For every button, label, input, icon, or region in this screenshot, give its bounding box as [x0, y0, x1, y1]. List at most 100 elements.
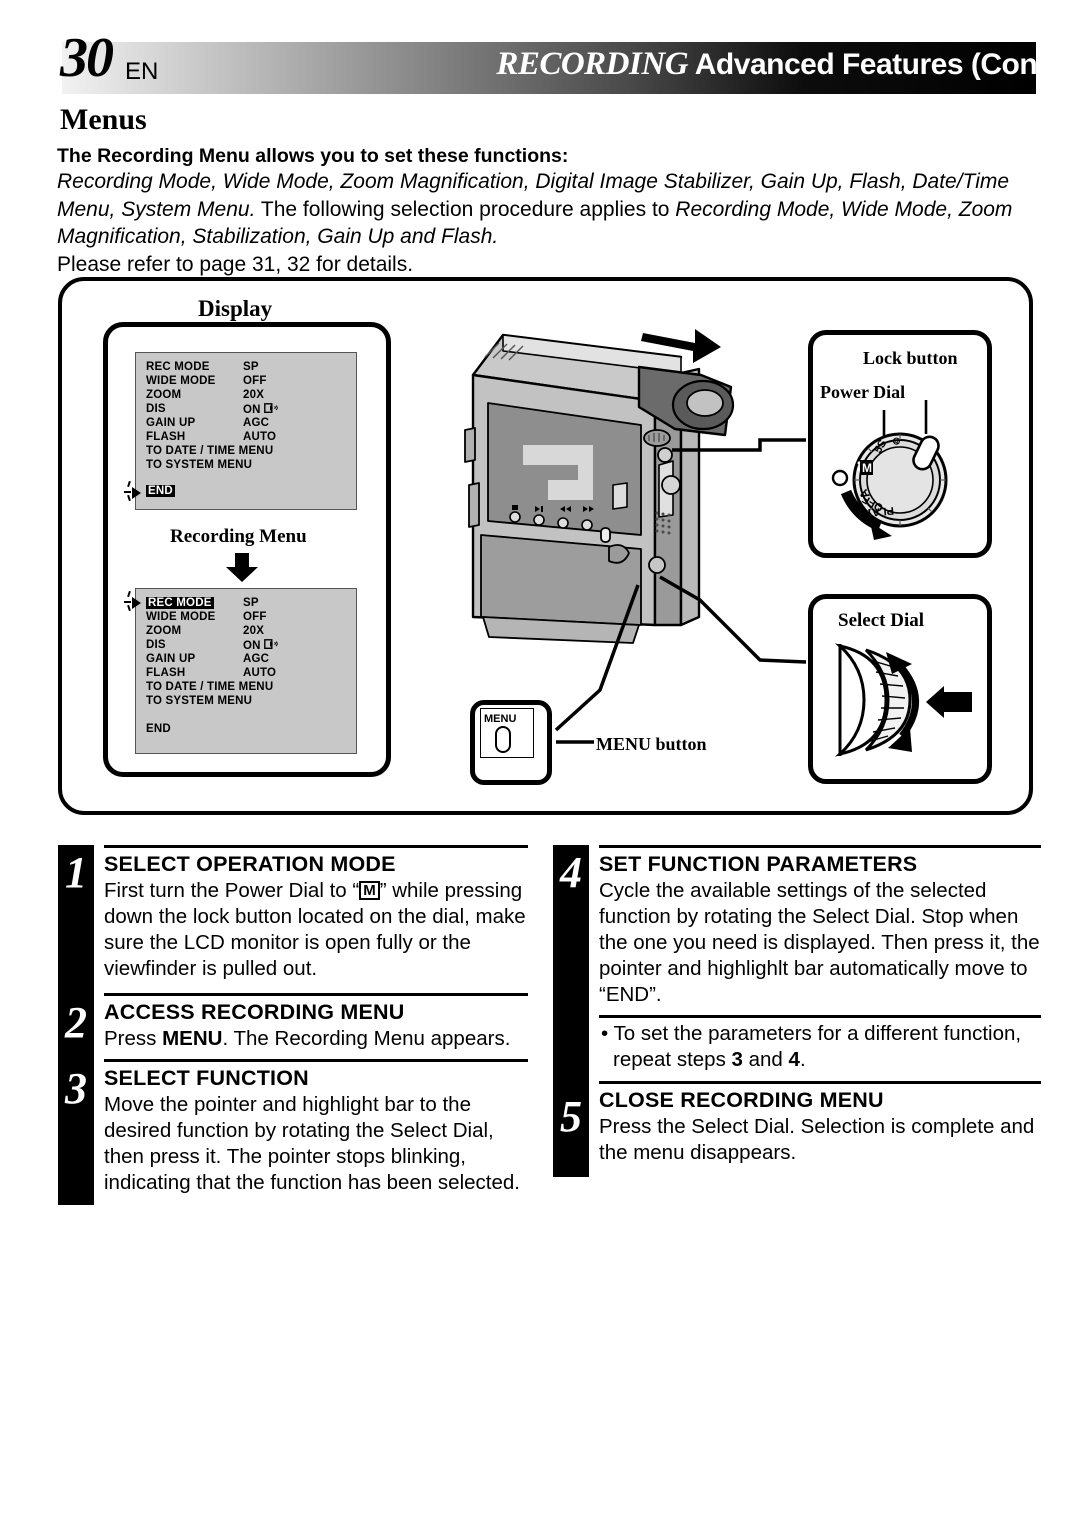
menu-button-cap-label: MENU: [484, 713, 517, 725]
page-language: EN: [125, 58, 159, 85]
step-1-body-a: First turn the Power Dial to “: [104, 879, 360, 902]
step-2-menu-keyword: MENU: [162, 1027, 223, 1050]
lcd1-value-2: 20X: [243, 389, 265, 401]
lcd1-value-5: AUTO: [243, 431, 277, 443]
lcd2-value-3-wrap: ON: [243, 639, 278, 653]
step-1: 1 SELECT OPERATION MODE First turn the P…: [58, 845, 528, 993]
intro-line2a: Menu, System Menu.: [57, 197, 256, 221]
svg-text:M: M: [862, 461, 872, 475]
lcd1-label-7: TO SYSTEM MENU: [146, 459, 253, 471]
lcd2-label-1: WIDE MODE: [146, 611, 216, 623]
lcd1-label-2: ZOOM: [146, 389, 182, 401]
lcd2-pointer-icon: [124, 590, 146, 612]
intro-lead: The Recording Menu allows you to set the…: [57, 145, 569, 167]
flow-down-arrow-icon: [225, 553, 259, 588]
header-title: RECORDING Advanced Features (Cont.): [496, 46, 1064, 83]
select-dial-label: Select Dial: [838, 610, 925, 631]
step-2-body: Press MENU. The Recording Menu appears.: [104, 1026, 528, 1052]
step-5: 5 CLOSE RECORDING MENU Press the Select …: [553, 1081, 1041, 1177]
intro-body: Recording Mode, Wide Mode, Zoom Magnific…: [57, 168, 1042, 278]
header-title-suffix: Advanced Features (Cont.): [694, 48, 1065, 81]
camcorder-illustration: [443, 325, 743, 695]
step-4-note: • To set the parameters for a different …: [601, 1021, 1041, 1073]
step-3-number: 3: [65, 1064, 87, 1113]
step-4: 4 SET FUNCTION PARAMETERS Cycle the avai…: [553, 845, 1041, 1015]
step-2-heading: ACCESS RECORDING MENU: [104, 1000, 405, 1024]
lcd2-value-1: OFF: [243, 611, 267, 623]
lcd2-value-0: SP: [243, 597, 259, 609]
intro-line1: Recording Mode, Wide Mode, Zoom Magnific…: [57, 170, 1010, 193]
step-4-note-numbar: [553, 1015, 589, 1081]
lcd2-label-2: ZOOM: [146, 625, 182, 637]
lcd2-highlight-recmode: REC MODE: [146, 597, 214, 609]
intro-line4: Please refer to page 31, 32 for details.: [57, 252, 414, 276]
step-2: 2 ACCESS RECORDING MENU Press MENU. The …: [58, 993, 528, 1059]
intro-text: The Recording Menu allows you to set the…: [57, 144, 1042, 278]
step-3: 3 SELECT FUNCTION Move the pointer and h…: [58, 1059, 528, 1205]
step-4-note-ref-3: 3: [731, 1048, 743, 1071]
step-4-note-c: and: [742, 1048, 789, 1071]
step-1-heading: SELECT OPERATION MODE: [104, 852, 396, 876]
lcd1-value-4: AGC: [243, 417, 270, 429]
lcd1-end-highlight: END: [146, 485, 175, 497]
lcd1-value-3-wrap: ON: [243, 403, 278, 417]
lcd2-label-6: TO DATE / TIME MENU: [146, 681, 274, 693]
intro-line2b: Recording Mode, Wide Mode, Zoom: [675, 197, 1013, 221]
step-4-note-block: • To set the parameters for a different …: [553, 1015, 1041, 1081]
step-4-body: Cycle the available settings of the sele…: [599, 879, 1040, 1006]
step-4-note-a: • To set the parameters for a different …: [601, 1022, 1022, 1071]
lock-button-label: Lock button: [863, 348, 958, 368]
intro-line2-plain: The following selection procedure applie…: [255, 197, 676, 221]
manual-mode-icon: M: [359, 881, 380, 900]
lcd2-label-7: TO SYSTEM MENU: [146, 695, 253, 707]
step-3-body: Move the pointer and highlight bar to th…: [104, 1093, 520, 1194]
step-2-rule: [104, 993, 528, 996]
lcd2-value-4: AGC: [243, 653, 270, 665]
step-4-number: 4: [560, 848, 582, 897]
image-stabilizer-icon: [263, 639, 278, 653]
lcd2-label-0: REC MODE: [146, 597, 214, 609]
lcd-panel-selected: REC MODE SP WIDE MODE OFF ZOOM 20X DIS O…: [124, 588, 357, 754]
step-5-number: 5: [560, 1092, 582, 1141]
menu-button-pill-icon: [495, 726, 511, 753]
menu-button-label: MENU button: [596, 734, 707, 754]
select-dial-illustration: [826, 636, 982, 766]
lcd1-label-3: DIS: [146, 403, 166, 415]
step-4-note-ref-4: 4: [788, 1048, 800, 1071]
lcd1-value-3: ON: [243, 404, 261, 416]
step-3-heading: SELECT FUNCTION: [104, 1066, 309, 1090]
step-1-body: First turn the Power Dial to “M” while p…: [104, 878, 528, 982]
step-1-rule: [104, 845, 528, 848]
lcd1-label-6: TO DATE / TIME MENU: [146, 445, 274, 457]
step-1-number: 1: [65, 848, 87, 897]
intro-line3: Magnification, Stabilization, Gain Up an…: [57, 225, 499, 248]
lcd1-value-1: OFF: [243, 375, 267, 387]
lcd1-end-row: END: [146, 485, 175, 497]
lcd1-label-5: FLASH: [146, 431, 186, 443]
recording-menu-caption: Recording Menu: [170, 526, 307, 547]
step-2-number: 2: [65, 998, 87, 1047]
display-label: Display: [198, 296, 273, 321]
lcd2-value-3: ON: [243, 640, 261, 652]
header-title-recording: RECORDING: [496, 46, 689, 82]
steps-column-left: 1 SELECT OPERATION MODE First turn the P…: [58, 845, 528, 1205]
section-title: Menus: [60, 103, 147, 136]
step-4-note-rule: [599, 1015, 1041, 1018]
step-5-rule: [599, 1081, 1041, 1084]
step-4-rule: [599, 845, 1041, 848]
steps-column-right: 4 SET FUNCTION PARAMETERS Cycle the avai…: [553, 845, 1041, 1177]
lcd1-label-4: GAIN UP: [146, 417, 196, 429]
manual-page: 30 EN RECORDING Advanced Features (Cont.…: [0, 0, 1080, 1533]
lcd1-pointer-icon: [124, 480, 146, 502]
step-5-heading: CLOSE RECORDING MENU: [599, 1088, 884, 1112]
lcd1-label-1: WIDE MODE: [146, 375, 216, 387]
step-2-body-a: Press: [104, 1027, 163, 1050]
page-number: 30: [60, 27, 114, 89]
power-dial-illustration: 5S ⎉ M M A OFF PLAY: [822, 386, 982, 550]
lcd1-value-0: SP: [243, 361, 259, 373]
lcd2-end-row: END: [146, 723, 171, 735]
lcd-panel-initial: REC MODE SP WIDE MODE OFF ZOOM 20X DIS O…: [124, 352, 357, 510]
lcd2-value-2: 20X: [243, 625, 265, 637]
lcd2-label-4: GAIN UP: [146, 653, 196, 665]
image-stabilizer-icon: [263, 403, 278, 417]
